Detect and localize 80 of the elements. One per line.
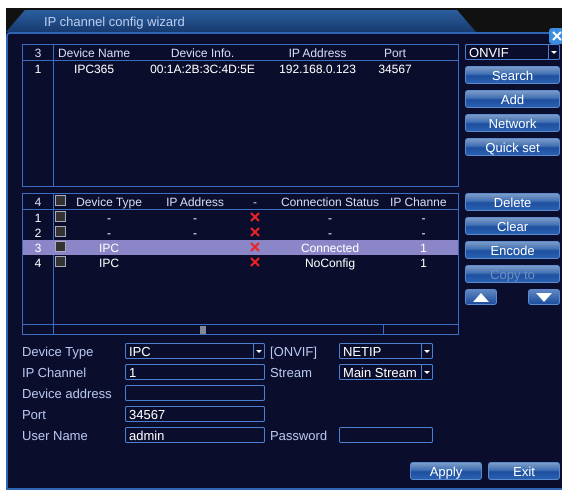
table-cell-text: - [106, 226, 112, 240]
column-header: Device Info. [170, 46, 236, 60]
field-label: Stream [270, 364, 313, 380]
move-down-button[interactable] [528, 289, 560, 305]
table-cell-text: 00:1A:2B:3C:4D:5E [149, 62, 256, 76]
table-cell-text: 34567 [377, 62, 413, 76]
column-header: - [252, 194, 258, 208]
table-cell-text: 192.168.0.123 [278, 62, 357, 76]
select-field[interactable]: Main Stream [339, 364, 433, 380]
field-label: Device address [22, 386, 113, 400]
column-header: 4 [34, 194, 42, 208]
checkbox[interactable] [55, 194, 66, 206]
table-cell-text: 3 [34, 240, 42, 254]
input-field[interactable] [125, 385, 265, 401]
column-header: Device Name [56, 46, 132, 60]
caret-icon [548, 45, 559, 59]
column-header: Port [382, 46, 407, 60]
table-cell-text: IPC365 [72, 62, 116, 76]
channel-row[interactable]: 1 - - - - [23, 210, 458, 225]
checkbox[interactable] [55, 256, 66, 266]
caret-icon [421, 344, 432, 358]
input-field[interactable]: admin [125, 427, 265, 443]
table-cell-text: IPC [98, 240, 120, 254]
channel-row[interactable]: 4 IPC NoConfig 1 [23, 255, 458, 270]
checkbox[interactable] [55, 226, 66, 236]
column-header: Device Type [75, 194, 143, 208]
checkbox[interactable] [55, 240, 66, 252]
footer-button[interactable]: Apply [410, 462, 482, 480]
table-cell-text: Connected [300, 240, 360, 254]
field-label: [ONVIF] [270, 344, 318, 358]
input-field[interactable]: 1 [125, 364, 265, 380]
close-icon[interactable] [549, 28, 562, 44]
action-button[interactable]: Search [465, 66, 560, 84]
table-cell-text: - [420, 226, 426, 240]
table-cell-text: 1 [419, 240, 428, 254]
action-button[interactable]: Delete [465, 193, 560, 211]
caret-icon [421, 365, 432, 379]
column-header: Connection Status [280, 194, 380, 208]
field-label: Password [270, 428, 328, 442]
grip-icon [200, 326, 206, 334]
action-button[interactable]: Encode [465, 241, 560, 259]
protocol-select[interactable]: ONVIF [465, 44, 560, 60]
table-cell-text: 1 [34, 62, 42, 76]
table-cell-text: - [327, 226, 333, 240]
scroll-bar[interactable] [23, 324, 458, 334]
field-label: User Name [22, 428, 89, 442]
caret-icon [253, 344, 264, 358]
table-cell-text: - [192, 210, 198, 224]
select-field[interactable]: IPC [125, 343, 265, 359]
checkbox[interactable] [55, 210, 66, 222]
channel-row[interactable]: 2 - - - - [23, 225, 458, 240]
action-button[interactable]: Quick set [465, 138, 560, 156]
table-cell-text: - [106, 210, 112, 224]
move-up-button[interactable] [465, 289, 497, 305]
action-button[interactable]: Network [465, 114, 560, 132]
table-cell-text: 1 [34, 210, 42, 224]
select-field[interactable]: NETIP [339, 343, 433, 359]
field-label: Device Type [22, 344, 94, 358]
column-header: 3 [34, 46, 42, 60]
window-title: IP channel config wizard [6, 10, 476, 32]
table-cell-text: - [327, 210, 333, 224]
action-button[interactable]: Add [465, 90, 560, 108]
triangle-down-icon [536, 292, 552, 302]
footer-button[interactable]: Exit [488, 462, 560, 480]
table-cell-text: 1 [419, 256, 428, 270]
column-header: IP Address [288, 46, 348, 60]
table-cell-text: NoConfig [304, 256, 356, 270]
table-cell-text: 2 [34, 226, 42, 240]
field-label: IP Channel [22, 364, 88, 380]
input-field[interactable]: 34567 [125, 406, 265, 422]
column-header: IP Address [165, 194, 225, 208]
triangle-up-icon [473, 292, 489, 302]
table-cell-text: 4 [34, 256, 42, 270]
action-button[interactable]: Clear [465, 217, 560, 235]
table-cell-text: - [192, 226, 198, 240]
field-label: Port [22, 406, 47, 422]
table-cell-text: - [420, 210, 426, 224]
input-field[interactable] [339, 427, 433, 443]
column-header: IP Channe [390, 194, 448, 208]
table-cell-text: IPC [98, 256, 120, 270]
